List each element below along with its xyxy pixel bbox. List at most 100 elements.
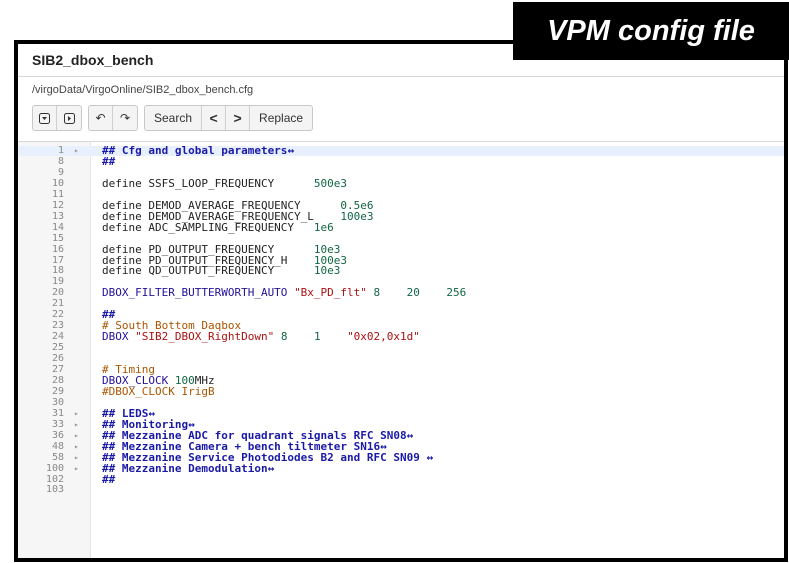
fold-toggle-icon[interactable]: ▸ <box>74 420 79 430</box>
code-token: ## Mezzanine Demodulation <box>102 461 268 475</box>
code-line[interactable]: 103 <box>18 485 784 495</box>
line-number: 25 <box>51 342 64 354</box>
line-number: 26 <box>51 353 64 365</box>
line-number: 9 <box>57 166 64 178</box>
code-editor[interactable]: 1 ▸ ## Cfg and global parameters↔ 8 ## 9 10 def… <box>18 141 784 558</box>
line-code: ## <box>102 472 116 486</box>
line-number: 48 <box>51 440 64 452</box>
code-token: "Bx_PD_flt" <box>294 286 367 300</box>
fold-toggle-icon[interactable]: ▸ <box>74 409 79 419</box>
code-token: 100e3 <box>340 209 374 223</box>
line-number: 30 <box>51 396 64 408</box>
line-number: 21 <box>51 298 64 310</box>
line-number: 31 <box>51 407 64 419</box>
fold-toggle-icon[interactable]: ▸ <box>74 431 79 441</box>
code-token: define QD_OUTPUT_FREQUENCY <box>102 264 314 278</box>
line-number: 10 <box>51 177 64 189</box>
line-code: DBOX_FILTER_BUTTERWORTH_AUTO "Bx_PD_flt"… <box>102 286 467 300</box>
code-token: ## Cfg and global parameters <box>102 144 288 157</box>
line-number: 1 <box>57 145 64 156</box>
code-line[interactable]: 14 define ADC_SAMPLING_FREQUENCY 1e6 <box>18 220 784 234</box>
editor-window: SIB2_dbox_bench /virgoData/VirgoOnline/S… <box>14 40 788 562</box>
line-number: 58 <box>51 451 64 463</box>
caption-banner: VPM config file <box>513 2 789 60</box>
code-line[interactable]: 20 DBOX_FILTER_BUTTERWORTH_AUTO "Bx_PD_fl… <box>18 286 784 300</box>
fold-all-icon <box>39 112 50 124</box>
code-token: #DBOX_CLOCK IrigB <box>102 384 215 398</box>
line-number: 18 <box>51 265 64 277</box>
fold-toggle-icon[interactable]: ▸ <box>74 146 79 156</box>
line-code: ## Cfg and global parameters↔ <box>102 144 294 157</box>
redo-icon: ↷ <box>119 111 131 125</box>
unfold-all-button[interactable] <box>57 106 81 130</box>
line-number: 13 <box>51 210 64 222</box>
fold-toggle-icon[interactable]: ▸ <box>74 453 79 463</box>
code-line[interactable]: 10 define SSFS_LOOP_FREQUENCY 500e3 <box>18 176 784 190</box>
code-token: 8 1 <box>274 330 348 344</box>
line-code: define QD_OUTPUT_FREQUENCY 10e3 <box>102 264 341 278</box>
code-token: ↔ <box>426 450 434 464</box>
search-button[interactable]: Search <box>145 106 203 130</box>
fold-all-button[interactable] <box>33 106 57 130</box>
undo-button[interactable]: ↶ <box>89 106 113 130</box>
code-token: "0x02,0x1d" <box>347 330 420 344</box>
line-number: 27 <box>51 364 64 375</box>
code-line[interactable]: 29 #DBOX_CLOCK IrigB <box>18 384 784 398</box>
search-group: Search < > Replace <box>144 105 314 131</box>
code-line[interactable]: 25 <box>18 343 784 353</box>
line-number: 12 <box>51 199 64 211</box>
line-number: 28 <box>51 374 64 386</box>
line-number: 22 <box>51 309 64 321</box>
line-code: ## Mezzanine Demodulation↔ <box>102 461 275 475</box>
code-token: 8 20 256 <box>366 286 467 300</box>
code-line[interactable]: 21 <box>18 299 784 309</box>
line-code: define ADC_SAMPLING_FREQUENCY 1e6 <box>102 220 334 234</box>
code-line[interactable]: 18 define QD_OUTPUT_FREQUENCY 10e3 <box>18 264 784 278</box>
search-prev-button[interactable]: < <box>202 106 227 130</box>
replace-button[interactable]: Replace <box>250 106 312 130</box>
code-token: ## <box>102 472 116 486</box>
line-number: 14 <box>51 221 64 233</box>
line-number: 19 <box>51 276 64 288</box>
line-number: 100 <box>45 462 64 474</box>
search-next-button[interactable]: > <box>226 106 251 130</box>
undo-icon: ↶ <box>95 111 106 125</box>
code-line[interactable]: 102 ## <box>18 472 784 486</box>
code-line[interactable]: 1 ▸ ## Cfg and global parameters↔ <box>18 144 784 157</box>
fold-toggle-icon[interactable]: ▸ <box>74 464 79 474</box>
code-line[interactable]: 24 DBOX "SIB2_DBOX_RightDown" 8 1 "0x02,0… <box>18 330 784 344</box>
redo-button[interactable]: ↷ <box>113 106 137 130</box>
file-title: SIB2_dbox_bench <box>32 52 154 68</box>
line-number: 36 <box>51 429 64 441</box>
line-code: define SSFS_LOOP_FREQUENCY 500e3 <box>102 176 348 190</box>
code-token: "SIB2_DBOX_RightDown" <box>135 330 275 344</box>
code-line[interactable]: 8 ## <box>18 155 784 167</box>
code-token: 500e3 <box>313 176 348 190</box>
code-token: ↔ <box>267 461 275 475</box>
unfold-all-icon <box>63 112 75 124</box>
code-token: 10e3 <box>313 264 341 278</box>
line-number: 8 <box>57 155 64 167</box>
line-number: 17 <box>51 254 64 266</box>
toolbar: ↶ ↷ Search < > Replace <box>32 105 314 131</box>
line-code: ## <box>102 156 115 167</box>
line-number: 103 <box>45 484 64 496</box>
history-group: ↶ ↷ <box>88 105 138 131</box>
line-number: 24 <box>51 331 64 343</box>
line-number: 15 <box>51 232 64 244</box>
line-number: 33 <box>51 418 64 430</box>
code-token: DBOX <box>102 330 136 344</box>
code-token: define SSFS_LOOP_FREQUENCY <box>102 176 314 190</box>
line-code: DBOX "SIB2_DBOX_RightDown" 8 1 "0x02,0x1… <box>102 330 420 344</box>
line-number: 23 <box>51 320 64 332</box>
line-number: 11 <box>51 188 64 200</box>
line-code: #DBOX_CLOCK IrigB <box>102 384 215 398</box>
code-line[interactable]: 100 ▸ ## Mezzanine Demodulation↔ <box>18 461 784 475</box>
line-number: 29 <box>51 385 64 397</box>
file-path: /virgoData/VirgoOnline/SIB2_dbox_bench.c… <box>32 84 254 96</box>
code-token: DBOX_FILTER_BUTTERWORTH_AUTO <box>102 286 295 300</box>
fold-toggle-icon[interactable]: ▸ <box>74 442 79 452</box>
code-token: 1e6 <box>313 220 334 234</box>
fold-group <box>32 105 82 131</box>
code-token: ↔ <box>406 428 414 442</box>
